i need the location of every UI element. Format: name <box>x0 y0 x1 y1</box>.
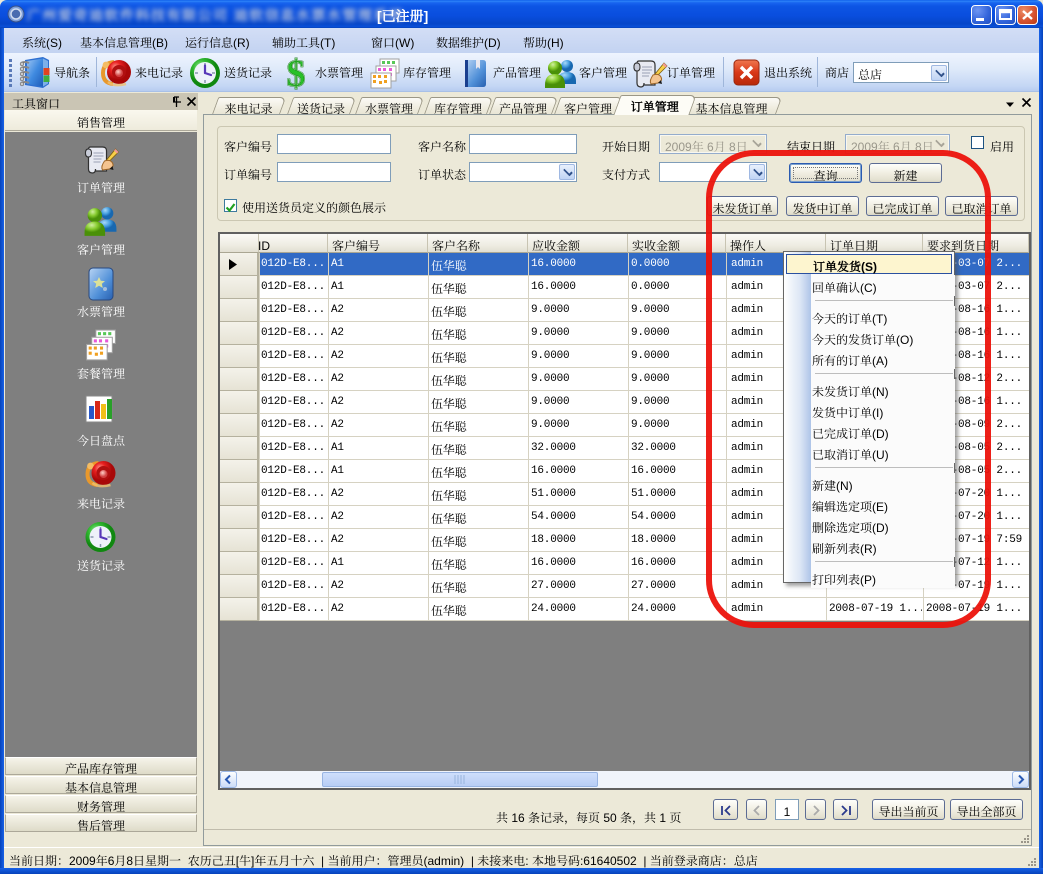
svg-text:$: $ <box>287 55 306 92</box>
